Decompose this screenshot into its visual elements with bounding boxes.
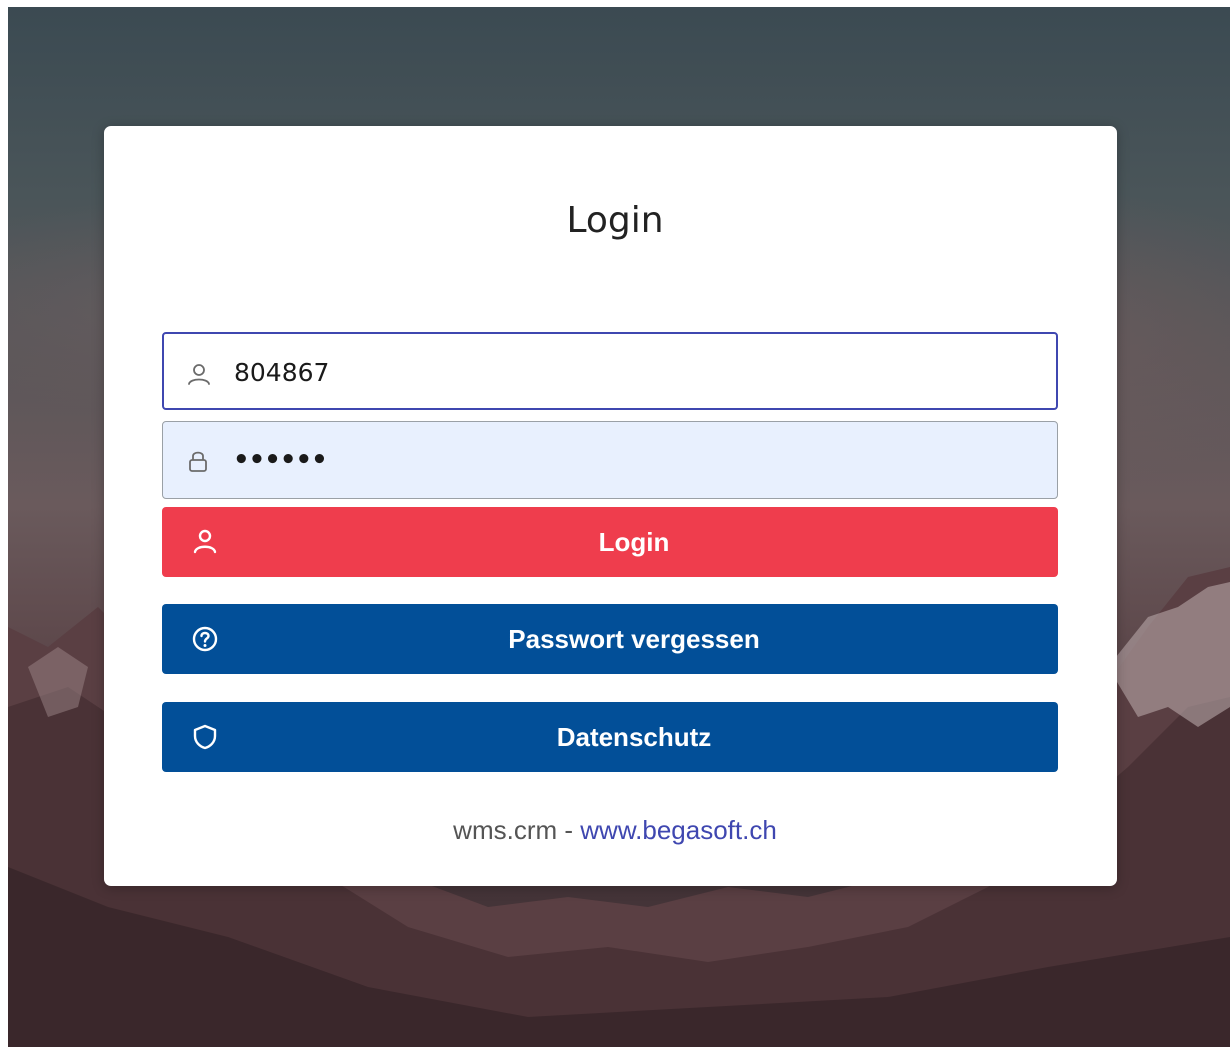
page-title: Login (566, 200, 664, 241)
username-input[interactable] (234, 352, 1034, 392)
lock-icon (183, 446, 213, 476)
footer-link[interactable]: www.begasoft.ch (580, 815, 777, 845)
privacy-button[interactable]: Datenschutz (162, 702, 1058, 772)
username-field[interactable] (162, 332, 1058, 410)
footer-prefix: wms.crm - (453, 815, 581, 845)
password-field[interactable] (162, 421, 1058, 499)
privacy-button-label: Datenschutz (556, 722, 712, 752)
login-button[interactable]: Login (162, 507, 1058, 577)
forgot-password-button-label: Passwort vergessen (508, 624, 760, 654)
password-input[interactable] (233, 440, 1033, 480)
footer: wms.crm - www.begasoft.ch (0, 815, 1230, 846)
forgot-password-button[interactable]: Passwort vergessen (162, 604, 1058, 674)
login-button-label: Login (598, 527, 670, 557)
user-icon (184, 360, 214, 390)
